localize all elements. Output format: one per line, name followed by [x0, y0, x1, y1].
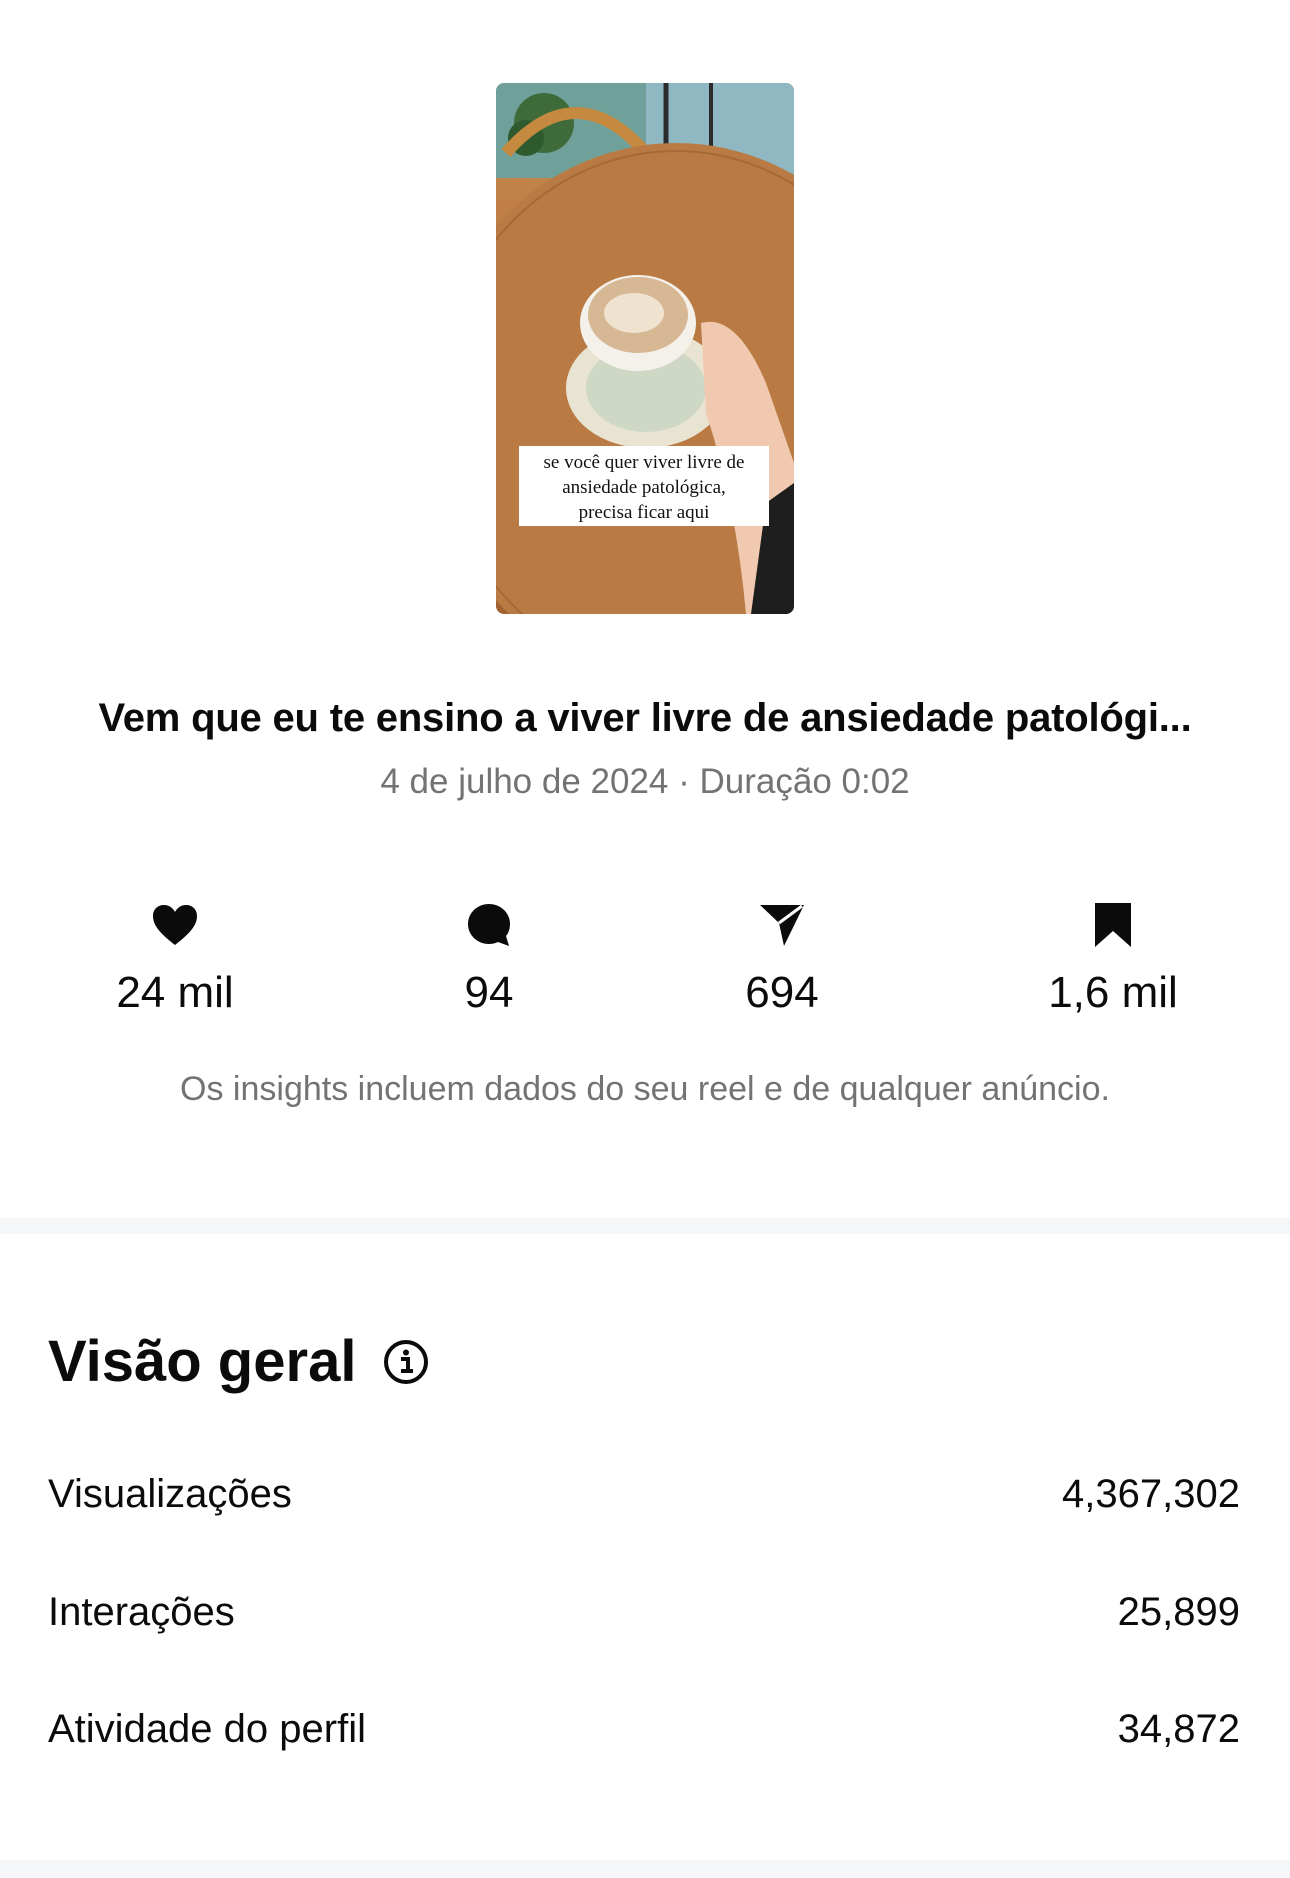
comment-icon: [468, 904, 510, 946]
likes-metric: 24 mil: [55, 900, 295, 1018]
engagement-metrics: 24 mil 94 694 1,6 mil: [0, 900, 1290, 1030]
comments-count: 94: [464, 968, 514, 1017]
caption-line: precisa ficar aqui: [578, 502, 710, 523]
comments-metric: 94: [369, 900, 609, 1018]
overview-header: Visão geral: [48, 1328, 430, 1395]
row-label: Visualizações: [48, 1472, 292, 1516]
insights-note: Os insights incluem dados do seu reel e …: [180, 1070, 1110, 1108]
reel-thumbnail[interactable]: se você quer viver livre de ansiedade pa…: [496, 83, 794, 614]
row-value: 25,899: [1117, 1590, 1240, 1634]
overview-row-views[interactable]: Visualizações 4,367,302: [48, 1472, 1240, 1517]
row-label: Atividade do perfil: [48, 1707, 366, 1751]
thumbnail-scene: [496, 83, 794, 614]
shares-metric: 694: [662, 900, 902, 1018]
section-divider: [0, 1218, 1290, 1234]
likes-count: 24 mil: [116, 968, 234, 1017]
info-icon[interactable]: [382, 1338, 430, 1386]
row-label: Interações: [48, 1590, 235, 1634]
row-value: 34,872: [1117, 1707, 1240, 1751]
reel-meta: 4 de julho de 2024 · Duração 0:02: [380, 762, 910, 801]
bottom-divider: [0, 1860, 1290, 1878]
thumbnail-caption: se você quer viver livre de ansiedade pa…: [519, 446, 769, 526]
shares-count: 694: [745, 968, 819, 1017]
bookmark-icon: [1095, 903, 1131, 947]
saves-count: 1,6 mil: [1048, 968, 1178, 1017]
overview-row-interactions[interactable]: Interações 25,899: [48, 1590, 1240, 1635]
send-icon: [760, 904, 804, 946]
saves-metric: 1,6 mil: [993, 900, 1233, 1018]
overview-title: Visão geral: [48, 1329, 357, 1394]
heart-icon: [153, 905, 197, 945]
reel-title: Vem que eu te ensino a viver livre de an…: [98, 696, 1192, 740]
row-value: 4,367,302: [1062, 1472, 1240, 1516]
caption-line: se você quer viver livre de: [543, 452, 745, 473]
caption-line: ansiedade patológica,: [562, 477, 726, 498]
overview-row-profile-activity[interactable]: Atividade do perfil 34,872: [48, 1707, 1240, 1752]
